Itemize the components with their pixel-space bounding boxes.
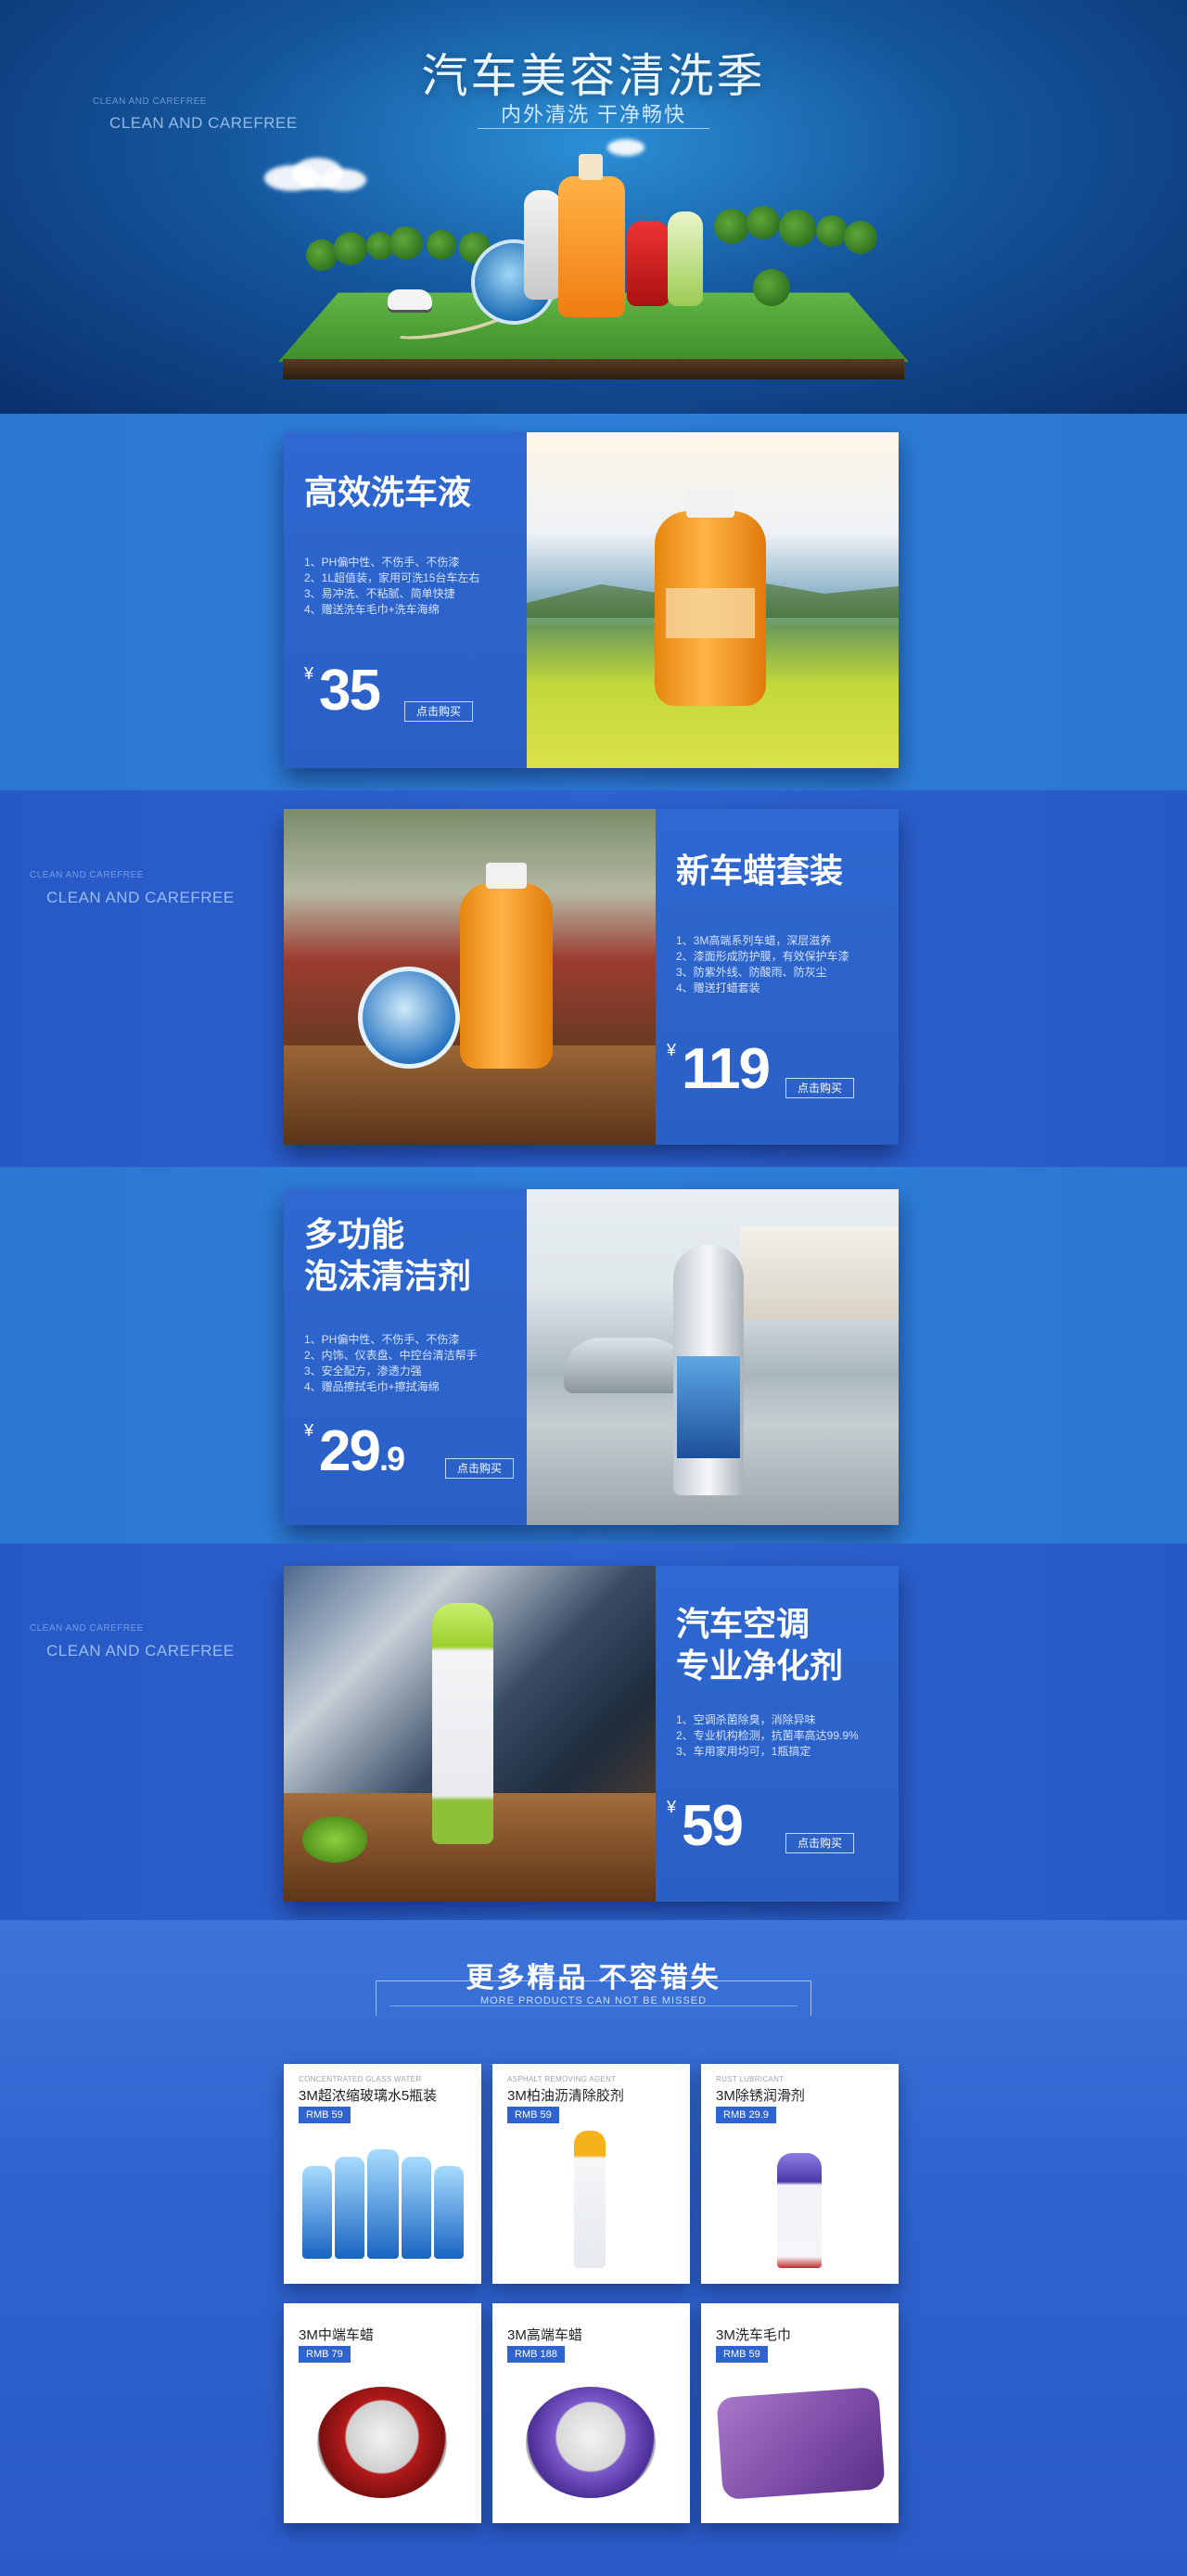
tile-name: 3M除锈润滑剂	[716, 2088, 805, 2104]
car-illustration	[388, 289, 432, 310]
side-tag-big: CLEAN AND CAREFREE	[46, 1642, 235, 1660]
tile-tag-en: RUST LUBRICANT	[716, 2075, 785, 2083]
buy-button[interactable]: 点击购买	[785, 1078, 854, 1098]
product-card-1: 高效洗车液 1、PH偏中性、不伤手、不伤漆 2、1L超值装，家用可洗15台车左右…	[284, 432, 899, 768]
hero-divider	[478, 128, 709, 129]
product-heading: 新车蜡套装	[676, 852, 844, 890]
buy-button[interactable]: 点击购买	[785, 1833, 854, 1853]
tile-price: RMB 188	[507, 2346, 565, 2363]
hero-subtitle: 内外清洗 干净畅快	[500, 103, 687, 126]
paste-wax-image	[317, 2387, 447, 2498]
product-photo-2	[284, 809, 656, 1145]
product-info-1: 高效洗车液 1、PH偏中性、不伤手、不伤漆 2、1L超值装，家用可洗15台车左右…	[284, 432, 527, 768]
product-heading: 汽车空调 专业净化剂	[676, 1605, 844, 1685]
product-section-1: 高效洗车液 1、PH偏中性、不伤手、不伤漆 2、1L超值装，家用可洗15台车左右…	[0, 414, 1187, 790]
product-card-3: 多功能 泡沫清洁剂 1、PH偏中性、不伤手、不伤漆 2、内饰、仪表盘、中控台清洁…	[284, 1189, 899, 1525]
tile-tag-en: ASPHALT REMOVING AGENT	[507, 2075, 617, 2083]
tile-name: 3M超浓缩玻璃水5瓶装	[299, 2088, 438, 2104]
product-tile[interactable]: 3M中端车蜡 RMB 79	[284, 2303, 481, 2523]
asphalt-remover-image	[574, 2131, 606, 2268]
product-info-4: 汽车空调 专业净化剂 1、空调杀菌除臭，消除异味 2、专业机构检测，抗菌率高达9…	[656, 1566, 899, 1902]
product-card-2: 新车蜡套装 1、3M高端系列车蜡，深层滋养 2、漆面形成防护膜，有效保护车漆 3…	[284, 809, 899, 1145]
product-tile[interactable]: 3M洗车毛巾 RMB 59	[701, 2303, 899, 2523]
product-tile[interactable]: CONCENTRATED GLASS WATER 3M超浓缩玻璃水5瓶装 RMB…	[284, 2064, 481, 2284]
product-card-4: 汽车空调 专业净化剂 1、空调杀菌除臭，消除异味 2、专业机构检测，抗菌率高达9…	[284, 1566, 899, 1902]
product-info-3: 多功能 泡沫清洁剂 1、PH偏中性、不伤手、不伤漆 2、内饰、仪表盘、中控台清洁…	[284, 1189, 527, 1525]
buy-button[interactable]: 点击购买	[445, 1458, 514, 1479]
product-section-3: 多功能 泡沫清洁剂 1、PH偏中性、不伤手、不伤漆 2、内饰、仪表盘、中控台清洁…	[0, 1167, 1187, 1544]
tile-price: RMB 29.9	[716, 2107, 776, 2123]
tile-name: 3M柏油沥清除胶剂	[507, 2088, 624, 2104]
wax-bottle-image	[460, 883, 553, 1069]
feature-list: 1、PH偏中性、不伤手、不伤漆 2、内饰、仪表盘、中控台清洁帮手 3、安全配方，…	[304, 1333, 478, 1393]
tile-price: RMB 59	[716, 2346, 768, 2363]
towel-image	[716, 2387, 886, 2500]
currency-symbol: ¥	[667, 1798, 677, 1816]
spray-can-image	[432, 1603, 493, 1844]
side-tag-small: CLEAN AND CAREFREE	[30, 1623, 144, 1634]
side-tag-big: CLEAN AND CAREFREE	[46, 889, 235, 906]
rust-lubricant-image	[777, 2153, 822, 2268]
product-section-4: CLEAN AND CAREFREE CLEAN AND CAREFREE 汽车…	[0, 1544, 1187, 1920]
tile-name: 3M洗车毛巾	[716, 2327, 791, 2343]
product-photo-4	[284, 1566, 656, 1902]
price-value: 29.9	[319, 1419, 405, 1483]
price-value: 35	[319, 659, 381, 723]
hero-banner: CLEAN AND CAREFREE CLEAN AND CAREFREE 汽车…	[0, 0, 1187, 414]
product-info-2: 新车蜡套装 1、3M高端系列车蜡，深层滋养 2、漆面形成防护膜，有效保护车漆 3…	[656, 809, 899, 1145]
tile-price: RMB 59	[507, 2107, 559, 2123]
tile-tag-en: CONCENTRATED GLASS WATER	[299, 2075, 422, 2083]
more-subtitle: MORE PRODUCTS CAN NOT BE MISSED	[479, 1995, 708, 2006]
tile-name: 3M高端车蜡	[507, 2327, 582, 2343]
product-photo-3	[527, 1189, 899, 1525]
feature-list: 1、3M高端系列车蜡，深层滋养 2、漆面形成防护膜，有效保护车漆 3、防紫外线、…	[676, 934, 849, 994]
tile-price: RMB 79	[299, 2346, 351, 2363]
product-tile[interactable]: 3M高端车蜡 RMB 188	[492, 2303, 690, 2523]
show-car-wax-image	[526, 2387, 656, 2498]
product-tile[interactable]: RUST LUBRICANT 3M除锈润滑剂 RMB 29.9	[701, 2064, 899, 2284]
price-value: 59	[682, 1794, 744, 1858]
product-heading: 多功能 泡沫清洁剂	[304, 1215, 472, 1295]
currency-symbol: ¥	[304, 664, 314, 683]
tile-name: 3M中端车蜡	[299, 2327, 374, 2343]
product-heading: 高效洗车液	[304, 473, 472, 511]
tile-price: RMB 59	[299, 2107, 351, 2123]
hero-title: 汽车美容清洗季	[421, 49, 766, 103]
product-section-2: CLEAN AND CAREFREE CLEAN AND CAREFREE 新车…	[0, 790, 1187, 1167]
feature-list: 1、空调杀菌除臭，消除异味 2、专业机构检测，抗菌率高达99.9% 3、车用家用…	[676, 1713, 859, 1758]
feature-list: 1、PH偏中性、不伤手、不伤漆 2、1L超值装，家用可洗15台车左右 3、易冲洗…	[304, 556, 480, 616]
more-title: 更多精品 不容错失	[466, 1963, 721, 1993]
buy-button[interactable]: 点击购买	[404, 701, 473, 722]
currency-symbol: ¥	[667, 1041, 677, 1059]
price-value: 119	[682, 1037, 771, 1101]
product-tile[interactable]: ASPHALT REMOVING AGENT 3M柏油沥清除胶剂 RMB 59	[492, 2064, 690, 2284]
house-background	[740, 1226, 898, 1319]
side-tag-small: CLEAN AND CAREFREE	[30, 870, 144, 880]
wax-tin-image	[358, 967, 460, 1069]
product-photo-1	[527, 432, 899, 768]
currency-symbol: ¥	[304, 1421, 314, 1440]
